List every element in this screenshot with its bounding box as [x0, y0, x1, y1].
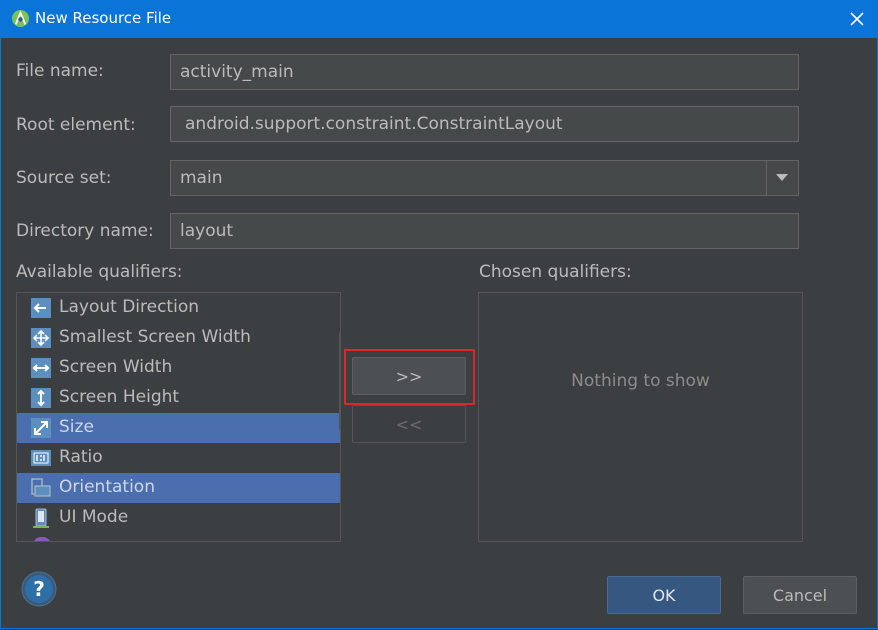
orientation-icon: [31, 478, 51, 497]
root-element-label: Root element:: [16, 115, 136, 135]
chosen-qualifiers-list[interactable]: Nothing to show: [478, 292, 803, 542]
cancel-button[interactable]: Cancel: [743, 576, 857, 614]
list-item-size[interactable]: Size: [17, 413, 340, 443]
chosen-qualifiers-label: Chosen qualifiers:: [479, 262, 632, 282]
list-item-label: Screen Height: [59, 387, 180, 407]
help-glyph: ?: [33, 577, 45, 601]
ui-mode-icon: [33, 508, 49, 528]
ratio-icon: [31, 450, 51, 466]
close-icon[interactable]: [846, 8, 868, 30]
title-bar: New Resource File: [0, 0, 878, 38]
layout-direction-icon: [31, 298, 51, 318]
list-item-layout-direction[interactable]: Layout Direction: [17, 293, 340, 323]
source-set-label: Source set:: [16, 168, 112, 188]
list-item-smallest-screen-width[interactable]: Smallest Screen Width: [17, 323, 340, 353]
android-studio-icon: [11, 9, 30, 28]
file-name-input[interactable]: activity_main: [170, 54, 799, 90]
list-item-label: UI Mode: [59, 507, 129, 527]
directory-name-input[interactable]: layout: [170, 213, 799, 249]
window-title: New Resource File: [35, 9, 172, 27]
list-item-screen-width[interactable]: Screen Width: [17, 353, 340, 383]
list-item-ui-mode[interactable]: UI Mode: [17, 503, 340, 533]
list-item-screen-height[interactable]: Screen Height: [17, 383, 340, 413]
list-item-label: Layout Direction: [59, 297, 199, 317]
highlight-box: [344, 349, 475, 405]
smallest-screen-width-icon: [31, 328, 51, 348]
source-set-dropdown-button[interactable]: [766, 160, 798, 196]
list-item-partial-icon: [33, 537, 51, 541]
chevron-down-icon: [776, 174, 788, 181]
remove-qualifier-button[interactable]: <<: [352, 405, 466, 443]
directory-name-label: Directory name:: [16, 221, 154, 241]
help-icon[interactable]: ?: [20, 570, 58, 608]
available-qualifiers-label: Available qualifiers:: [16, 262, 183, 282]
list-item-ratio[interactable]: Ratio: [17, 443, 340, 473]
list-item-orientation[interactable]: Orientation: [17, 473, 340, 503]
ok-button[interactable]: OK: [607, 576, 721, 614]
available-qualifiers-list[interactable]: Layout Direction Smallest Screen Width S…: [16, 292, 341, 542]
list-item-label: Size: [59, 417, 94, 437]
list-item-label: Screen Width: [59, 357, 173, 377]
size-icon: [31, 418, 51, 438]
screen-width-icon: [31, 358, 51, 378]
list-item-label: Orientation: [59, 477, 155, 497]
source-set-combo[interactable]: main: [170, 160, 799, 196]
file-name-label: File name:: [16, 61, 104, 81]
empty-state-text: Nothing to show: [571, 371, 710, 391]
list-scrollbar-thumb[interactable]: [339, 331, 340, 431]
list-item-label: Ratio: [59, 447, 103, 467]
root-element-input[interactable]: android.support.constraint.ConstraintLay…: [170, 106, 799, 142]
screen-height-icon: [31, 388, 51, 408]
list-item-label: Smallest Screen Width: [59, 327, 251, 347]
